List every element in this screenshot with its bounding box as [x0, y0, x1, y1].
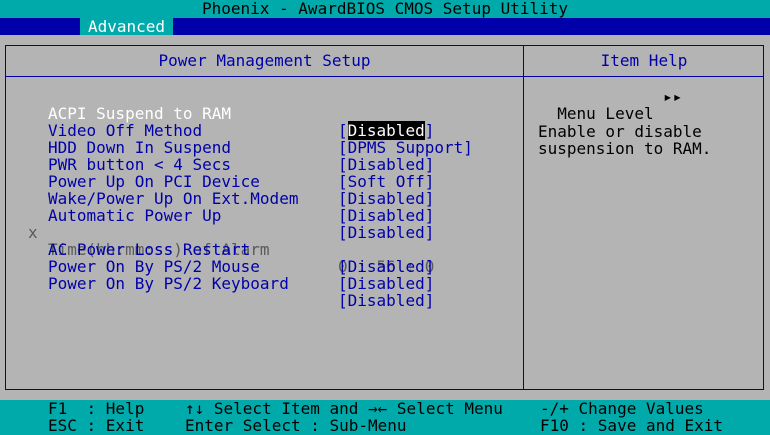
key-enter-select: Enter Select : Sub-Menu	[185, 416, 407, 435]
key-select-item: ↑↓ Select Item and →← Select Menu	[185, 399, 503, 418]
key-change-values: -/+ Change Values	[540, 399, 704, 418]
setting-value[interactable]: [Disabled]	[338, 275, 434, 292]
panel-title: Power Management Setup	[5, 45, 524, 77]
setting-value[interactable]: [Disabled]	[338, 207, 434, 224]
setting-label: Power On By PS/2 Mouse	[48, 257, 260, 276]
menu-tab-advanced[interactable]: Advanced	[80, 18, 174, 35]
setting-power-up-on-pci-device[interactable]: Power Up On PCI Device [Disabled]	[0, 156, 434, 207]
menu-level-arrow-icon: ▸▸	[663, 87, 683, 106]
title-bar: Phoenix - AwardBIOS CMOS Setup Utility	[0, 0, 770, 18]
setting-value[interactable]: [Disabled]	[338, 156, 434, 173]
help-title: Item Help	[524, 45, 764, 77]
menu-level: Menu Level	[538, 88, 654, 123]
setting-wake-power-up-on-ext-modem[interactable]: Wake/Power Up On Ext.Modem [Disabled]	[0, 173, 434, 224]
setting-value[interactable]: [Disabled]	[338, 121, 434, 140]
setting-time-of-alarm: x Time(hh:mm:ss) of Alarm 0 : 56 : 0	[0, 207, 434, 275]
setting-ac-power-loss-restart[interactable]: AC Power Loss Restart [Disabled]	[0, 224, 434, 275]
setting-pwr-button[interactable]: PWR button < 4 Secs [Soft Off]	[0, 139, 434, 190]
setting-label: Video Off Method	[48, 121, 203, 140]
help-text-line1: Enable or disable	[538, 122, 702, 141]
setting-value[interactable]: [Disabled]	[338, 292, 434, 309]
setting-automatic-power-up[interactable]: Automatic Power Up [Disabled]	[0, 190, 434, 241]
app-title: Phoenix - AwardBIOS CMOS Setup Utility	[201, 0, 569, 18]
setting-hdd-down-in-suspend[interactable]: HDD Down In Suspend [Disabled]	[0, 122, 434, 173]
setting-value[interactable]: [Soft Off]	[338, 173, 434, 190]
setting-label: Automatic Power Up	[48, 206, 222, 225]
setting-label: AC Power Loss Restart	[48, 240, 251, 259]
key-help: F1 : Help	[48, 399, 145, 418]
setting-label: Power Up On PCI Device	[48, 172, 260, 191]
settings-list: ACPI Suspend to RAM [Disabled] Video Off…	[0, 88, 524, 309]
help-text-line2: suspension to RAM.	[538, 139, 712, 158]
setting-label: Power On By PS/2 Keyboard	[48, 274, 289, 293]
menu-level-label: Menu Level	[557, 104, 654, 123]
menu-bar: Advanced	[0, 18, 770, 35]
key-exit: ESC : Exit	[48, 416, 145, 435]
key-legend-bar: F1 : Help ↑↓ Select Item and →← Select M…	[0, 400, 770, 435]
setting-label: Wake/Power Up On Ext.Modem	[48, 189, 299, 208]
setting-label: PWR button < 4 Secs	[48, 155, 232, 174]
setting-value[interactable]: [DPMS Support]	[338, 139, 473, 156]
setting-acpi-suspend-to-ram[interactable]: ACPI Suspend to RAM [Disabled]	[0, 88, 434, 140]
setting-value[interactable]: [Disabled]	[338, 258, 434, 275]
setting-value[interactable]: [Disabled]	[338, 190, 434, 207]
setting-value[interactable]: [Disabled]	[338, 224, 434, 241]
key-save-and-exit: F10 : Save and Exit	[540, 416, 724, 435]
setting-video-off-method[interactable]: Video Off Method [DPMS Support]	[0, 105, 473, 156]
setting-power-on-by-ps2-keyboard[interactable]: Power On By PS/2 Keyboard [Disabled]	[0, 258, 434, 309]
setting-power-on-by-ps2-mouse[interactable]: Power On By PS/2 Mouse [Disabled]	[0, 241, 434, 292]
setting-label: HDD Down In Suspend	[48, 138, 232, 157]
setting-label: ACPI Suspend to RAM	[48, 104, 232, 123]
